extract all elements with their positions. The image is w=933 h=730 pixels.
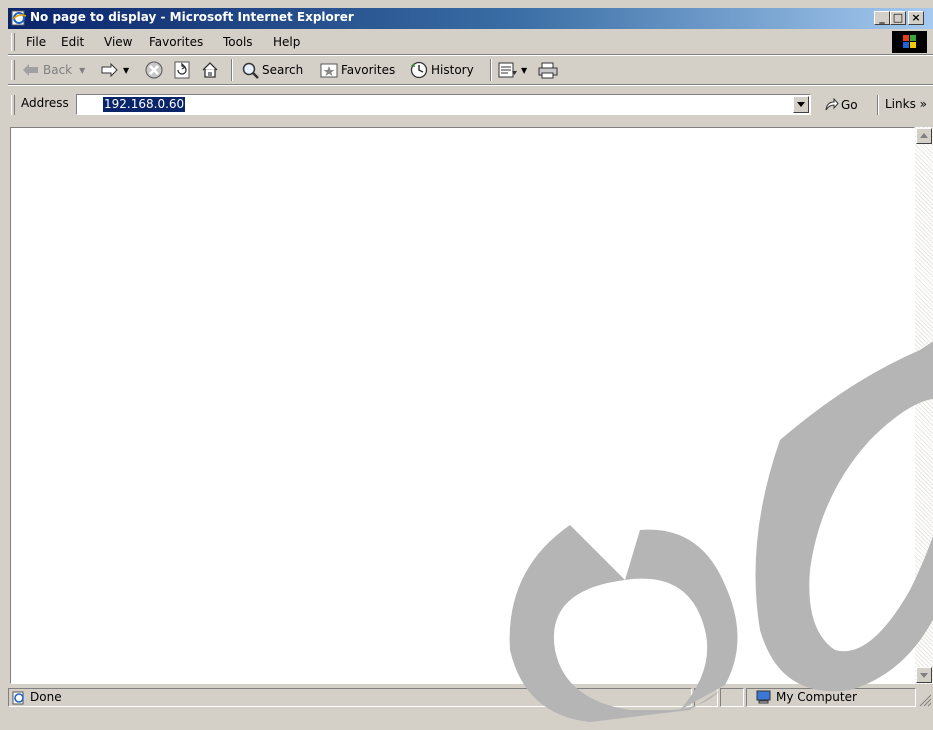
refresh-icon xyxy=(174,61,190,79)
status-progress-pane xyxy=(694,688,718,707)
close-glyph: × xyxy=(911,11,921,24)
home-button[interactable] xyxy=(201,60,219,80)
status-bar: Done My Computer xyxy=(8,686,933,709)
maximize-button[interactable]: □ xyxy=(890,11,906,25)
my-computer-icon xyxy=(756,690,772,708)
title-bar: No page to display - Microsoft Internet … xyxy=(8,8,933,29)
favorites-label: Favorites xyxy=(341,63,396,77)
forward-button[interactable]: ▼ xyxy=(100,60,129,80)
forward-dropdown-icon: ▼ xyxy=(123,65,130,75)
print-button[interactable] xyxy=(538,60,558,80)
history-label: History xyxy=(431,63,474,77)
back-label: Back xyxy=(43,63,73,77)
history-button[interactable]: History xyxy=(410,60,474,80)
chevron-up-icon xyxy=(920,133,928,138)
menu-file[interactable]: File xyxy=(26,35,46,49)
window-title: No page to display - Microsoft Internet … xyxy=(30,10,354,24)
resize-grip-icon[interactable] xyxy=(919,694,932,707)
home-icon xyxy=(202,62,218,78)
mail-icon xyxy=(498,62,517,78)
chevron-down-icon xyxy=(797,102,805,107)
minimize-button[interactable]: _ xyxy=(874,11,890,25)
status-security-pane xyxy=(720,688,744,707)
links-separator xyxy=(877,95,879,115)
menu-tools[interactable]: Tools xyxy=(223,35,253,49)
menu-grip[interactable] xyxy=(11,33,15,51)
menu-bar: File Edit View Favorites Tools Help xyxy=(8,30,933,55)
address-input[interactable]: 192.168.0.60 xyxy=(76,94,811,115)
search-button[interactable]: Search xyxy=(241,60,303,80)
toolbar-grip[interactable] xyxy=(11,60,15,80)
refresh-button[interactable] xyxy=(174,60,190,80)
scroll-down-button[interactable] xyxy=(916,667,932,683)
search-icon xyxy=(242,62,259,79)
browser-window: No page to display - Microsoft Internet … xyxy=(8,8,933,709)
address-dropdown-button[interactable] xyxy=(793,96,809,113)
mail-dropdown-icon: ▼ xyxy=(521,65,528,75)
go-button[interactable]: Go xyxy=(823,97,858,113)
back-button[interactable]: Back ▼ xyxy=(22,60,85,80)
back-dropdown-icon: ▼ xyxy=(79,65,86,75)
minimize-glyph: _ xyxy=(879,11,885,24)
go-arrow-icon xyxy=(825,97,839,111)
maximize-glyph: □ xyxy=(892,11,904,24)
zone-text: My Computer xyxy=(776,690,857,704)
status-main-pane xyxy=(8,688,692,707)
print-icon xyxy=(538,62,558,79)
go-label: Go xyxy=(841,98,858,112)
search-label: Search xyxy=(262,63,304,77)
close-button[interactable]: × xyxy=(908,11,924,25)
menu-edit[interactable]: Edit xyxy=(61,35,84,49)
history-icon xyxy=(410,61,428,79)
ie-page-icon xyxy=(11,10,27,26)
menu-help[interactable]: Help xyxy=(273,35,300,49)
ie-page-small-icon xyxy=(12,691,26,708)
address-label: Address xyxy=(21,96,69,110)
toolbar-separator xyxy=(231,59,233,81)
standard-toolbar: Back ▼ ▼ Search Favorites History ▼ xyxy=(8,56,933,85)
address-bar: Address 192.168.0.60 Go Links » xyxy=(8,86,933,126)
menu-view[interactable]: View xyxy=(104,35,132,49)
back-arrow-icon xyxy=(23,64,38,76)
stop-icon xyxy=(145,61,163,79)
stop-button[interactable] xyxy=(145,60,163,80)
mail-button[interactable]: ▼ xyxy=(498,60,527,80)
favorites-icon xyxy=(320,63,338,78)
vertical-scrollbar[interactable] xyxy=(915,127,933,684)
address-value: 192.168.0.60 xyxy=(103,97,186,112)
page-content[interactable] xyxy=(10,127,915,684)
status-text: Done xyxy=(30,690,62,704)
forward-arrow-icon xyxy=(101,63,118,77)
toolbar-separator xyxy=(490,59,492,81)
links-button[interactable]: Links » xyxy=(885,97,927,111)
address-grip[interactable] xyxy=(11,95,15,115)
windows-logo-icon xyxy=(892,31,927,53)
menu-favorites[interactable]: Favorites xyxy=(149,35,203,49)
favorites-button[interactable]: Favorites xyxy=(320,60,395,80)
scroll-up-button[interactable] xyxy=(916,128,932,144)
chevron-down-icon xyxy=(920,673,928,678)
